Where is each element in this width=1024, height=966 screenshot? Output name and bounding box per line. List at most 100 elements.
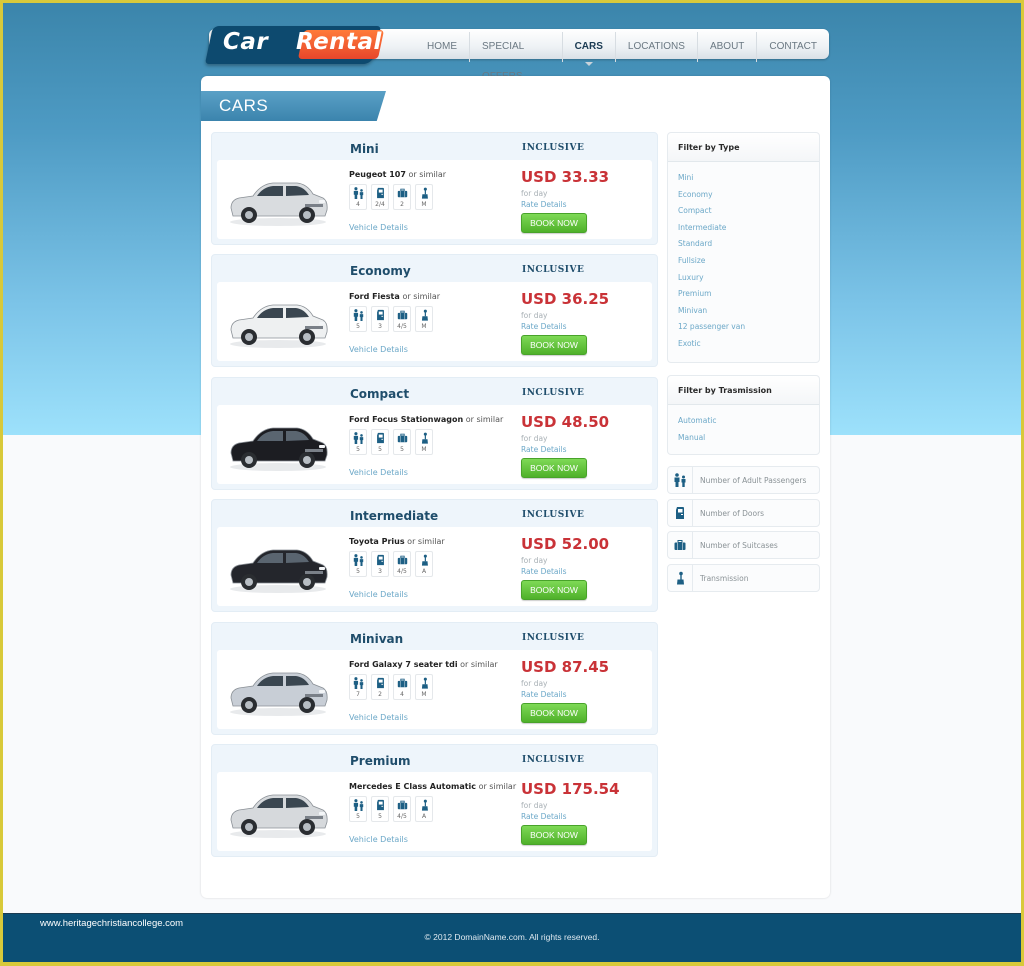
book-now-button[interactable]: BOOK NOW — [521, 335, 587, 356]
feature-transmission: A — [415, 796, 433, 822]
book-now-button[interactable]: BOOK NOW — [521, 213, 587, 233]
or-similar-label: or similar — [478, 782, 517, 791]
per-day-label: for day — [521, 433, 548, 443]
footer: www.heritagechristiancollege.com © 2012 … — [3, 913, 1021, 962]
doors-value: 5 — [378, 813, 382, 820]
inclusive-label: INCLUSIVE — [522, 265, 585, 276]
inclusive-label: INCLUSIVE — [522, 143, 585, 153]
car-type: Intermediate — [350, 509, 439, 524]
transmission-value: A — [421, 813, 427, 820]
book-now-button[interactable]: BOOK NOW — [521, 457, 587, 478]
car-image[interactable] — [225, 537, 331, 595]
car-image[interactable] — [225, 660, 331, 718]
nav-item-home[interactable]: HOME — [415, 32, 469, 62]
filter-type-link[interactable]: Compact — [678, 205, 809, 222]
nav-item-contact[interactable]: CONTACT — [756, 32, 829, 62]
filter-transmission-link[interactable]: Manual — [678, 432, 809, 449]
car-features: 4 2/4 2 M — [349, 184, 433, 210]
car-details-panel: Toyota Prius or similar 5 3 4/5 A Vehicl… — [217, 527, 652, 607]
car-image[interactable] — [225, 292, 331, 350]
nav-item-locations[interactable]: LOCATIONS — [614, 32, 697, 62]
transmission-value: M — [421, 445, 427, 453]
feature-transmission: A — [415, 551, 433, 578]
legend-label: Number of Adult Passengers — [700, 476, 807, 485]
car-type: Compact — [350, 386, 410, 401]
car-listing: Intermediate INCLUSIVE Toyota Prius or s… — [211, 499, 658, 613]
filter-type-link[interactable]: Premium — [678, 288, 809, 305]
doors-value: 2/4 — [375, 201, 385, 208]
suitcases-value: 5 — [400, 445, 404, 453]
feature-doors: 2 — [371, 673, 389, 700]
legend-label: Number of Suitcases — [700, 541, 778, 551]
passengers-value: 5 — [356, 568, 360, 576]
filter-type-link[interactable]: 12 passenger van — [678, 321, 809, 338]
car-model-name: Ford Galaxy 7 seater tdi — [349, 659, 458, 669]
filter-type-heading: Filter by Type — [668, 133, 819, 162]
rate-details-link[interactable]: Rate Details — [521, 445, 567, 454]
filter-type-link[interactable]: Mini — [678, 172, 809, 189]
nav-item-cars[interactable]: CARS — [561, 32, 615, 66]
car-listing: Premium INCLUSIVE Mercedes E Class Autom… — [211, 744, 658, 857]
vehicle-details-link[interactable]: Vehicle Details — [349, 835, 408, 844]
car-listing: Compact INCLUSIVE Ford Focus Stationwago… — [211, 376, 658, 490]
filter-by-transmission: Filter by Trasmission Automatic Manual — [667, 375, 820, 455]
filter-transmission-link[interactable]: Automatic — [678, 415, 809, 432]
suitcase-icon — [668, 532, 693, 559]
feature-passengers: 4 — [349, 184, 367, 210]
feature-transmission: M — [415, 673, 433, 700]
feature-passengers: 7 — [349, 673, 367, 700]
rate-details-link[interactable]: Rate Details — [521, 200, 567, 209]
car-image[interactable] — [225, 415, 331, 473]
filter-type-link[interactable]: Exotic — [678, 338, 809, 355]
book-now-button[interactable]: BOOK NOW — [521, 580, 587, 601]
doors-value: 5 — [378, 445, 382, 453]
inclusive-label: INCLUSIVE — [522, 632, 585, 643]
vehicle-details-link[interactable]: Vehicle Details — [349, 713, 408, 722]
rate-details-link[interactable]: Rate Details — [521, 567, 567, 576]
rate-details-link[interactable]: Rate Details — [521, 322, 567, 331]
filter-type-link[interactable]: Economy — [678, 189, 809, 206]
car-model-name: Ford Fiesta — [349, 292, 403, 302]
car-image[interactable] — [225, 782, 331, 840]
car-model: Mercedes E Class Automatic or similar — [349, 782, 516, 791]
filter-type-link[interactable]: Minivan — [678, 305, 809, 322]
car-model: Ford Galaxy 7 seater tdi or similar — [349, 660, 498, 669]
feature-passengers: 5 — [349, 796, 367, 822]
page-frame: HOMESPECIAL OFFERSCARSLOCATIONSABOUTCONT… — [0, 0, 1024, 966]
car-image[interactable] — [225, 170, 331, 228]
car-details-panel: Mercedes E Class Automatic or similar 5 … — [217, 772, 652, 851]
vehicle-details-link[interactable]: Vehicle Details — [349, 468, 408, 477]
filter-transmission-heading: Filter by Trasmission — [668, 376, 819, 405]
filter-type-link[interactable]: Fullsize — [678, 255, 809, 272]
book-now-button[interactable]: BOOK NOW — [521, 825, 587, 845]
per-day-label: for day — [521, 556, 548, 566]
rate-details-link[interactable]: Rate Details — [521, 812, 567, 821]
price: USD 48.50 — [521, 412, 610, 431]
filter-type-link[interactable]: Intermediate — [678, 222, 809, 239]
passengers-value: 5 — [356, 445, 360, 453]
car-features: 5 3 4/5 A — [349, 551, 433, 578]
feature-doors: 3 — [371, 551, 389, 578]
car-details-panel: Ford Galaxy 7 seater tdi or similar 7 2 … — [217, 649, 652, 729]
price: USD 175.54 — [521, 780, 620, 798]
filter-type-link[interactable]: Luxury — [678, 272, 809, 289]
feature-suitcases: 4 — [393, 673, 411, 700]
transmission-value: M — [421, 201, 427, 208]
gearshift-icon — [668, 565, 693, 592]
rate-details-link[interactable]: Rate Details — [521, 690, 567, 699]
suitcases-value: 4/5 — [397, 323, 407, 331]
page-title-tab: CARS — [201, 91, 386, 121]
doors-value: 2 — [378, 690, 382, 698]
or-similar-label: or similar — [408, 170, 447, 179]
vehicle-details-link[interactable]: Vehicle Details — [349, 590, 408, 599]
book-now-button[interactable]: BOOK NOW — [521, 702, 587, 723]
filter-type-list: Mini Economy Compact Intermediate Standard Fu… — [668, 162, 819, 359]
vehicle-details-link[interactable]: Vehicle Details — [349, 345, 408, 354]
feature-suitcases: 4/5 — [393, 551, 411, 578]
nav-item-about[interactable]: ABOUT — [696, 32, 756, 62]
vehicle-details-link[interactable]: Vehicle Details — [349, 223, 408, 232]
legend-item: Transmission — [667, 564, 820, 593]
car-features: 7 2 4 M — [349, 673, 433, 700]
filter-type-link[interactable]: Standard — [678, 238, 809, 255]
nav-item-special-offers[interactable]: SPECIAL OFFERS — [469, 32, 562, 82]
